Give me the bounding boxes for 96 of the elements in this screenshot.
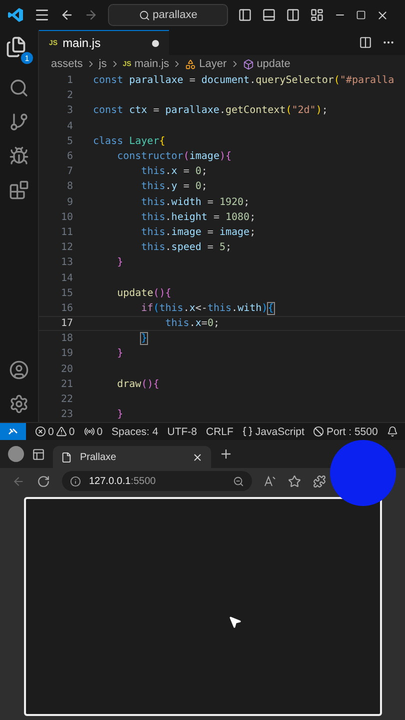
line-number: 2 <box>66 90 73 102</box>
line-number: 8 <box>66 181 73 192</box>
code-line: const parallaxe = document.querySelector("#paralla <box>93 75 394 86</box>
line-number: 22 <box>60 394 73 406</box>
braces-icon <box>242 426 254 438</box>
line-number: 3 <box>66 105 73 116</box>
menu-icon[interactable] <box>34 7 50 23</box>
code-line: this.image = image; <box>140 226 256 238</box>
refresh-icon[interactable] <box>37 474 50 488</box>
read-aloud-icon[interactable] <box>264 475 276 488</box>
line-number: 6 <box>66 151 73 162</box>
settings-icon[interactable] <box>9 394 29 414</box>
line-number: 20 <box>60 364 73 375</box>
line-number: 4 <box>66 120 73 132</box>
tab-actions-icon[interactable] <box>32 448 45 461</box>
line-number: 17 <box>60 318 73 330</box>
status-item[interactable]: UTF-8 <box>167 426 197 438</box>
line-number: 21 <box>60 378 73 390</box>
vscode-logo-icon <box>8 7 24 23</box>
code-line: this.x=0; <box>164 318 220 330</box>
split-editor-icon[interactable] <box>359 36 372 49</box>
line-number: 5 <box>66 136 73 147</box>
warning-icon <box>56 426 67 438</box>
antenna-icon <box>84 426 95 438</box>
ports-status[interactable]: 0 <box>84 426 103 438</box>
method-icon <box>242 58 254 70</box>
language-status[interactable]: JavaScript <box>242 426 304 438</box>
forward-icon[interactable] <box>84 8 98 22</box>
panel-bottom-icon[interactable] <box>262 8 276 22</box>
problems-status[interactable]: 0 0 <box>35 426 75 438</box>
status-item[interactable]: CRLF <box>206 426 234 438</box>
extensions-icon[interactable] <box>313 474 326 488</box>
browser-tab[interactable]: Prallaxe <box>53 446 211 468</box>
columns-icon[interactable] <box>286 8 300 22</box>
line-number: 23 <box>60 409 73 420</box>
code-line: this.speed = 5; <box>140 242 232 254</box>
breadcrumb-item[interactable]: assets <box>51 58 83 70</box>
line-number: 7 <box>66 166 73 178</box>
live-server-status[interactable]: Port : 5500 <box>313 426 378 438</box>
back-icon[interactable] <box>60 8 74 22</box>
code-line: } <box>140 333 148 344</box>
pointer-icon <box>228 615 242 630</box>
line-number: 9 <box>66 196 73 208</box>
error-icon <box>35 426 46 438</box>
no-entry-icon <box>313 426 324 438</box>
line-number: 12 <box>60 242 73 254</box>
bell-icon[interactable] <box>386 426 398 438</box>
panel-left-icon[interactable] <box>238 8 252 22</box>
code-line: this.y = 0; <box>140 181 208 192</box>
line-number: 15 <box>60 288 73 299</box>
layout-icon[interactable] <box>310 8 324 22</box>
account-icon[interactable] <box>9 360 29 380</box>
line-number: 14 <box>60 272 73 284</box>
extensions-icon[interactable] <box>9 180 29 200</box>
status-item[interactable]: Spaces: 4 <box>112 426 158 438</box>
code-line: draw(){ <box>116 378 160 390</box>
line-number: 18 <box>60 333 73 344</box>
code-line: } <box>116 409 124 420</box>
code-line: this.x = 0; <box>140 166 208 178</box>
count-badge: 1 <box>21 52 33 64</box>
code-line: const ctx = parallaxe.getContext("2d"); <box>93 105 328 116</box>
breadcrumb-item[interactable]: main.js <box>134 58 170 70</box>
search-icon[interactable] <box>9 78 29 98</box>
close-icon[interactable] <box>376 8 389 22</box>
address-field[interactable]: 127.0.0.1:5500 <box>62 471 252 492</box>
info-icon <box>70 476 81 487</box>
line-number: 16 <box>60 302 73 314</box>
page-icon <box>61 452 72 463</box>
breadcrumb-item[interactable]: js <box>98 58 107 70</box>
profile-avatar[interactable] <box>8 446 24 462</box>
favorite-icon[interactable] <box>288 474 301 488</box>
line-number: 13 <box>60 257 73 268</box>
close-tab-icon[interactable] <box>192 452 203 463</box>
code-line: class Layer{ <box>93 136 166 147</box>
code-line: constructor(image){ <box>116 151 232 162</box>
code-line: this.width = 1920; <box>140 196 250 208</box>
breadcrumb-item[interactable]: update <box>256 58 290 70</box>
class-icon <box>185 58 196 70</box>
line-number: 11 <box>60 226 73 238</box>
new-tab-icon[interactable] <box>219 447 233 462</box>
line-number: 10 <box>60 212 73 223</box>
search-icon <box>138 10 150 20</box>
run-debug-icon[interactable] <box>9 146 29 166</box>
code-line: if(this.x<-this.with){ <box>140 302 274 314</box>
zoom-out-icon[interactable] <box>233 476 244 487</box>
branch-icon[interactable] <box>9 112 29 132</box>
maximize-icon[interactable] <box>356 10 366 20</box>
breadcrumb-item[interactable]: Layer <box>199 58 227 70</box>
code-line: } <box>116 257 124 268</box>
code-line: update(){ <box>116 288 172 299</box>
line-number: 19 <box>60 348 73 360</box>
search-field[interactable]: parallaxe <box>108 4 228 26</box>
code-line: this.height = 1080; <box>140 212 256 223</box>
code-line: } <box>116 348 124 360</box>
line-number: 1 <box>66 75 73 86</box>
remote-button[interactable] <box>0 423 26 440</box>
